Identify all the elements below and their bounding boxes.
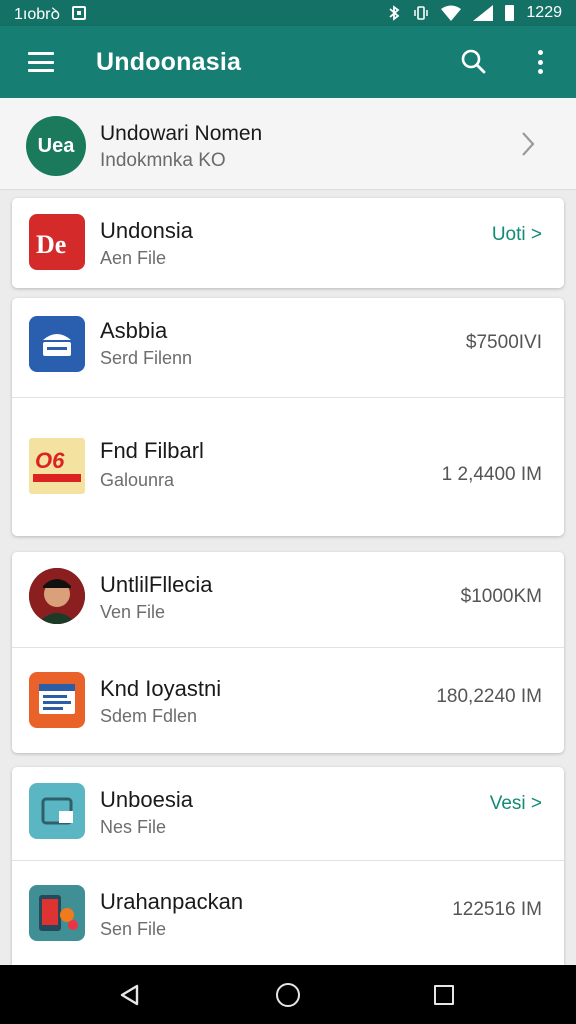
- item-name: Unboesia: [100, 787, 193, 812]
- list-item[interactable]: De Undonsia Aen File Uoti >: [12, 198, 564, 288]
- list-item[interactable]: Unboesia Nes File Vesi >: [12, 767, 564, 860]
- app-logo-yellow-icon: O6: [29, 438, 85, 494]
- item-subtitle: Galounra: [100, 470, 175, 490]
- item-subtitle: Sdem Fdlen: [100, 706, 198, 726]
- search-icon[interactable]: [460, 48, 486, 74]
- file-card: Asbbia Serd Filenn $7500IVI O6 Fnd Filba…: [12, 298, 564, 536]
- vibrate-icon: [414, 6, 429, 20]
- more-vertical-icon[interactable]: [532, 48, 548, 76]
- profile-header[interactable]: Uea Undowari Nomen Indokmnka KO: [0, 98, 576, 190]
- item-value: $7500IVI: [465, 332, 542, 353]
- recents-square-icon[interactable]: [434, 985, 454, 1005]
- item-subtitle: Sen File: [100, 919, 167, 939]
- menu-icon[interactable]: [28, 52, 54, 72]
- list-item[interactable]: Urahanpackan Sen File 122516 IM: [12, 860, 564, 965]
- status-bar: 1ıobrꝺ 1229: [0, 0, 576, 26]
- profile-subtitle: Indokmnka KO: [100, 150, 226, 171]
- item-name: Urahanpackan: [100, 889, 244, 914]
- item-subtitle: Serd Filenn: [100, 348, 193, 368]
- avatar: [29, 568, 85, 624]
- home-circle-icon[interactable]: [276, 983, 300, 1007]
- wifi-icon: [441, 5, 462, 21]
- item-value: 1 2,4400 IM: [441, 464, 542, 485]
- item-name: Asbbia: [100, 318, 168, 343]
- document-icon: [29, 672, 85, 728]
- list-item[interactable]: UntlilFllecia Ven File $1000KM: [12, 552, 564, 647]
- svg-text:O6: O6: [35, 448, 65, 473]
- app-bar: Undoonasia: [0, 26, 576, 98]
- item-name: Fnd Filbarl: [100, 438, 204, 463]
- bluetooth-icon: [389, 5, 400, 21]
- list-item[interactable]: Asbbia Serd Filenn $7500IVI: [12, 298, 564, 397]
- status-left-text: 1ıobrꝺ: [14, 6, 61, 23]
- back-triangle-icon[interactable]: [118, 983, 142, 1007]
- notification-icon: [72, 6, 87, 20]
- item-subtitle: Ven File: [100, 602, 166, 622]
- list-item[interactable]: O6 Fnd Filbarl Galounra 1 2,4400 IM: [12, 397, 564, 536]
- file-card: Unboesia Nes File Vesi > Urahanpackan Se…: [12, 767, 564, 965]
- avatar: Uea: [26, 116, 86, 176]
- battery-icon: [505, 5, 515, 21]
- item-value: $1000KM: [460, 586, 542, 607]
- svg-text:De: De: [36, 230, 66, 259]
- briefcase-icon: [29, 316, 85, 372]
- item-name: UntlilFllecia: [100, 572, 213, 597]
- status-time: 1229: [526, 4, 562, 21]
- phone-app-icon: [29, 885, 85, 941]
- item-subtitle: Aen File: [100, 248, 167, 268]
- navigation-bar: [0, 965, 576, 1024]
- chevron-right-icon[interactable]: [518, 130, 538, 158]
- profile-name: Undowari Nomen: [100, 122, 263, 145]
- item-value: 180,2240 IM: [436, 686, 542, 707]
- item-value: 122516 IM: [452, 899, 542, 920]
- folder-icon: [29, 783, 85, 839]
- item-name: Undonsia: [100, 218, 193, 243]
- item-name: Knd Ioyastni: [100, 676, 222, 701]
- app-logo-red-icon: De: [29, 214, 85, 270]
- item-action-link[interactable]: Vesi >: [490, 793, 542, 815]
- signal-icon: [473, 5, 494, 21]
- item-action-link[interactable]: Uoti >: [492, 224, 542, 246]
- item-subtitle: Nes File: [100, 817, 167, 837]
- file-card: De Undonsia Aen File Uoti >: [12, 198, 564, 288]
- file-card: UntlilFllecia Ven File $1000KM Knd Ioyas…: [12, 552, 564, 753]
- app-title: Undoonasia: [96, 47, 242, 76]
- list-item[interactable]: Knd Ioyastni Sdem Fdlen 180,2240 IM: [12, 647, 564, 753]
